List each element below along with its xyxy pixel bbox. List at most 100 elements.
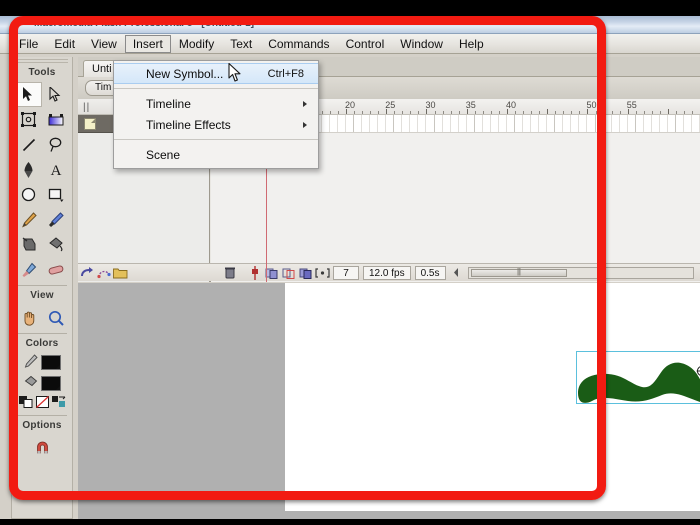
frame-cell-divider[interactable] [353, 115, 354, 132]
frame-cell-divider[interactable] [505, 115, 507, 132]
menu-commands[interactable]: Commands [260, 35, 337, 53]
timeline-horizontal-scrollbar[interactable] [467, 266, 694, 279]
frame-cell-divider[interactable] [522, 115, 524, 132]
center-frame-button[interactable] [247, 265, 262, 280]
brush-tool-button[interactable] [42, 207, 69, 232]
edit-multiple-frames-button[interactable] [298, 266, 313, 280]
frame-cell-divider[interactable] [562, 115, 564, 132]
oval-tool-button[interactable] [15, 182, 42, 207]
no-color-icon[interactable] [35, 396, 49, 411]
stage-work-area[interactable] [78, 283, 700, 519]
pen-tool-button[interactable] [15, 157, 42, 182]
frame-cell-divider[interactable] [489, 115, 491, 132]
frame-cell-divider[interactable] [401, 115, 403, 132]
frame-cell-divider[interactable] [538, 115, 540, 132]
menu-item-new-symbol[interactable]: New Symbol... Ctrl+F8 [114, 63, 318, 84]
text-tool-button[interactable]: A [42, 157, 69, 182]
black-and-white-icon[interactable] [18, 396, 33, 411]
frame-cell-divider[interactable] [328, 115, 330, 132]
frame-rate-indicator[interactable]: 12.0 fps [363, 265, 411, 280]
stroke-color-swatch[interactable] [40, 355, 61, 370]
selection-tool-button[interactable] [15, 82, 42, 107]
insert-dropdown-menu[interactable]: New Symbol... Ctrl+F8 Timeline Timeline … [113, 60, 319, 169]
subselection-tool-button[interactable] [42, 82, 69, 107]
frame-cell-divider[interactable] [336, 115, 338, 132]
menu-modify[interactable]: Modify [171, 35, 222, 53]
frame-cell-divider[interactable] [457, 115, 459, 132]
menu-item-scene[interactable]: Scene [114, 144, 318, 165]
snap-to-objects-button[interactable] [29, 435, 56, 460]
eyedropper-tool-button[interactable] [15, 257, 42, 282]
modify-onion-markers-button[interactable] [315, 266, 330, 280]
menu-item-timeline-effects[interactable]: Timeline Effects [114, 114, 318, 135]
eraser-tool-button[interactable] [42, 257, 69, 282]
frame-cell-divider[interactable] [377, 115, 379, 132]
frame-cell-divider[interactable] [361, 115, 363, 132]
menu-text[interactable]: Text [222, 35, 260, 53]
frame-cell-divider[interactable] [514, 115, 515, 132]
swap-colors-icon[interactable] [51, 396, 66, 411]
frame-cell-divider[interactable] [602, 115, 604, 132]
onion-skin-outlines-button[interactable] [281, 266, 296, 280]
menu-view[interactable]: View [83, 35, 125, 53]
frame-cell-divider[interactable] [691, 115, 693, 132]
timeline-scroll-left-arrow[interactable] [449, 266, 464, 280]
frame-cell-divider[interactable] [578, 115, 580, 132]
insert-layer-folder-button[interactable] [113, 266, 128, 280]
elapsed-time-indicator[interactable]: 0.5s [414, 265, 446, 280]
menu-help[interactable]: Help [451, 35, 492, 53]
free-transform-tool-button[interactable] [15, 107, 42, 132]
frame-cell-divider[interactable] [634, 115, 636, 132]
hand-tool-button[interactable] [15, 305, 42, 330]
current-frame-indicator[interactable]: 7 [333, 265, 359, 280]
frame-cell-divider[interactable] [385, 115, 387, 132]
frame-cell-divider[interactable] [481, 115, 483, 132]
frame-cell-divider[interactable] [320, 115, 322, 132]
menu-bar[interactable]: File Edit View Insert Modify Text Comman… [0, 34, 700, 54]
frame-cell-divider[interactable] [409, 115, 411, 132]
frame-cell-divider[interactable] [618, 115, 620, 132]
pencil-tool-button[interactable] [15, 207, 42, 232]
menu-window[interactable]: Window [392, 35, 451, 53]
frame-cell-divider[interactable] [433, 115, 435, 132]
delete-layer-button[interactable] [222, 266, 237, 280]
frame-cell-divider[interactable] [683, 115, 685, 132]
frame-cell-divider[interactable] [465, 115, 467, 132]
menu-edit[interactable]: Edit [46, 35, 83, 53]
rectangle-tool-button[interactable] [42, 182, 69, 207]
frame-cell-divider[interactable] [497, 115, 499, 132]
frame-cell-divider[interactable] [642, 115, 644, 132]
frame-cell-divider[interactable] [441, 115, 443, 132]
frame-cell-divider[interactable] [666, 115, 668, 132]
frame-cell-divider[interactable] [369, 115, 371, 132]
zoom-tool-button[interactable] [42, 305, 69, 330]
frame-cell-divider[interactable] [417, 115, 419, 132]
frame-cell-divider[interactable] [650, 115, 652, 132]
frame-cell-divider[interactable] [675, 115, 676, 132]
insert-layer-button[interactable] [79, 266, 94, 280]
fill-color-swatch[interactable] [40, 376, 61, 391]
menu-insert[interactable]: Insert [124, 34, 171, 53]
gradient-transform-tool-button[interactable] [42, 107, 69, 132]
menu-file[interactable]: File [11, 35, 46, 53]
frame-cell-divider[interactable] [586, 115, 588, 132]
timeline-scrollbar-thumb[interactable] [470, 268, 567, 277]
frame-cell-divider[interactable] [393, 115, 395, 132]
frame-cell-divider[interactable] [425, 115, 427, 132]
stage-canvas[interactable] [285, 283, 700, 511]
frame-cell-divider[interactable] [594, 115, 596, 132]
frame-cell-divider[interactable] [658, 115, 660, 132]
menu-control[interactable]: Control [338, 35, 393, 53]
ink-bottle-tool-button[interactable] [15, 232, 42, 257]
frame-cell-divider[interactable] [626, 115, 628, 132]
frame-cell-divider[interactable] [610, 115, 612, 132]
frame-cell-divider[interactable] [570, 115, 572, 132]
frame-cell-divider[interactable] [449, 115, 451, 132]
frame-cell-divider[interactable] [546, 115, 548, 132]
frame-cell-divider[interactable] [344, 115, 346, 132]
add-motion-guide-button[interactable] [96, 266, 111, 280]
line-tool-button[interactable] [15, 132, 42, 157]
frame-cell-divider[interactable] [530, 115, 532, 132]
frame-cell-divider[interactable] [554, 115, 556, 132]
frame-cell-divider[interactable] [473, 115, 475, 132]
